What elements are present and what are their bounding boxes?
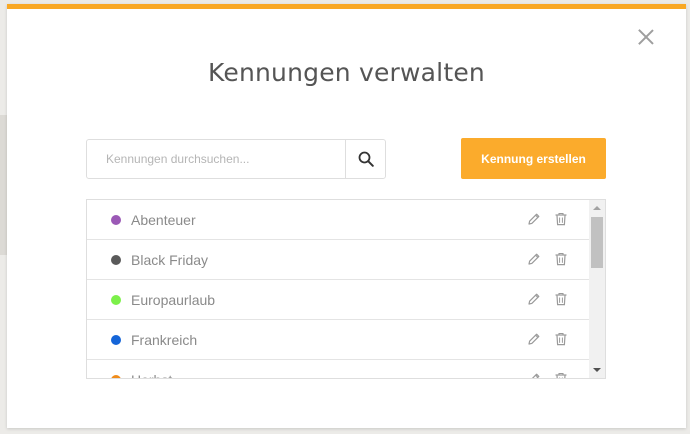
tag-row: Frankreich [87, 320, 590, 360]
pencil-icon[interactable] [527, 252, 541, 266]
trash-icon[interactable] [554, 372, 568, 379]
tag-label: Herbst [131, 372, 172, 379]
tag-color-dot [111, 254, 121, 265]
manage-tags-dialog: Kennungen verwalten Kennung erstellen Ab… [7, 4, 686, 428]
tag-list: Abenteuer Black Friday Europaurlaub Fran… [86, 199, 606, 379]
dialog-title: Kennungen verwalten [208, 58, 485, 87]
scroll-down-icon[interactable] [593, 368, 601, 372]
pencil-icon[interactable] [527, 292, 541, 306]
tag-row: Abenteuer [87, 200, 590, 240]
trash-icon[interactable] [554, 252, 568, 266]
tag-row: Black Friday [87, 240, 590, 280]
close-icon[interactable] [636, 27, 656, 47]
create-tag-button[interactable]: Kennung erstellen [461, 138, 606, 179]
scrollbar[interactable] [589, 200, 605, 378]
tag-label: Europaurlaub [131, 291, 216, 308]
trash-icon[interactable] [554, 292, 568, 306]
search-button[interactable] [345, 140, 385, 178]
tag-color-dot [111, 374, 121, 378]
tag-label: Black Friday [131, 251, 209, 268]
tag-row: Europaurlaub [87, 280, 590, 320]
pencil-icon[interactable] [527, 332, 541, 346]
trash-icon[interactable] [554, 212, 568, 226]
tag-row: Herbst [87, 360, 590, 379]
tag-color-dot [111, 334, 121, 345]
search-icon [358, 151, 374, 167]
tag-label: Abenteuer [131, 211, 196, 228]
tag-color-dot [111, 214, 121, 225]
search-box [86, 139, 386, 179]
scrollbar-thumb[interactable] [591, 217, 603, 268]
tag-list-rows: Abenteuer Black Friday Europaurlaub Fran… [87, 200, 590, 379]
tag-color-dot [111, 294, 121, 305]
tag-label: Frankreich [131, 331, 198, 348]
pencil-icon[interactable] [527, 372, 541, 379]
scroll-up-icon[interactable] [593, 206, 601, 210]
search-input[interactable] [87, 140, 345, 178]
trash-icon[interactable] [554, 332, 568, 346]
pencil-icon[interactable] [527, 212, 541, 226]
